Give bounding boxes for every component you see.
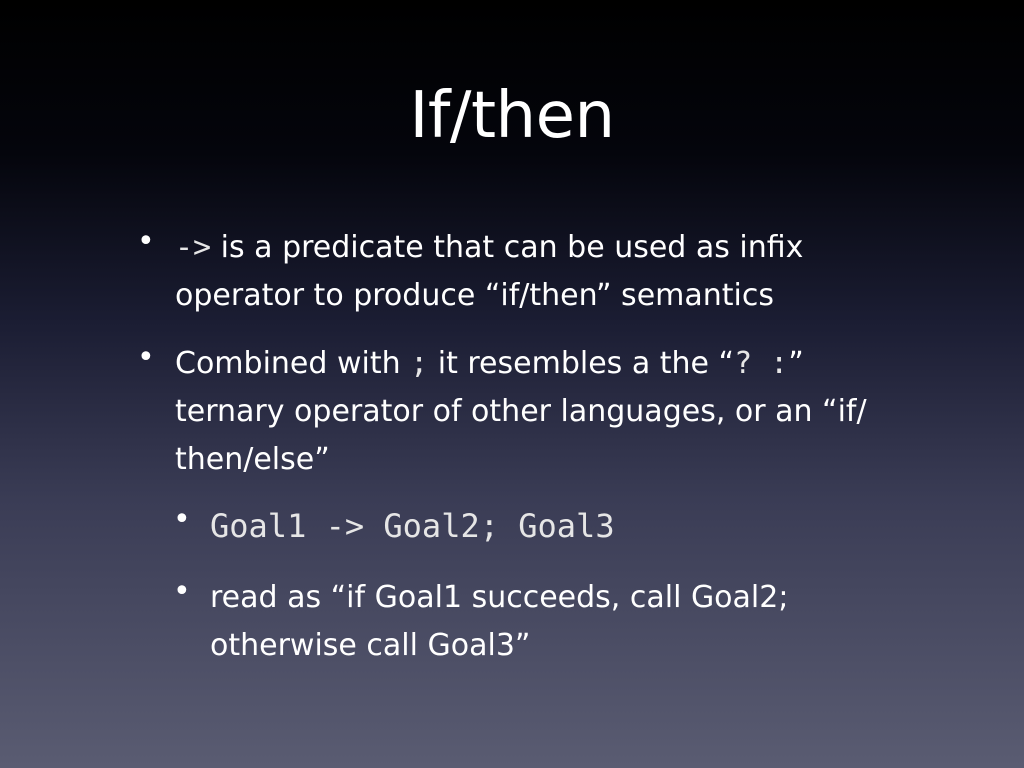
sub-bullet-2: read as “if Goal1 succeeds, call Goal2; … <box>210 574 930 670</box>
bullet-1-text-line2: operator to produce “if/then” semantics <box>175 278 774 313</box>
bullet-2-text-line3: then/else” <box>175 442 330 477</box>
bullet-dot-1: • <box>137 224 155 259</box>
sub-bullet-dot-2: • <box>173 574 191 609</box>
bullet-2-text-line2: ternary operator of other languages, or … <box>175 394 867 429</box>
bullet-2-code-ternary: ? : <box>734 346 789 381</box>
bullet-2-text-a: Combined with <box>175 346 411 381</box>
sub-bullet-2-text-line1: read as “if Goal1 succeeds, call Goal2; <box>210 580 789 615</box>
bullet-2-text-c: ” <box>788 346 804 381</box>
bullet-1: -> is a predicate that can be used as in… <box>175 224 935 320</box>
bullet-1-text-line1: is a predicate that can be used as infix <box>211 230 804 265</box>
bullet-1-code: -> <box>175 230 212 265</box>
bullet-dot-2: • <box>137 340 155 375</box>
bullet-2: Combined with ; it resembles a the “? :”… <box>175 340 935 484</box>
slide: If/then • -> is a predicate that can be … <box>0 0 1024 768</box>
sub-bullet-2-text-line2: otherwise call Goal3” <box>210 628 531 663</box>
bullet-2-text-b: it resembles a the “ <box>428 346 735 381</box>
sub-bullet-1-code: Goal1 -> Goal2; Goal3 <box>210 507 615 545</box>
sub-bullet-dot-1: • <box>173 502 191 537</box>
bullet-2-code-semicolon: ; <box>410 346 429 381</box>
slide-title: If/then <box>409 79 615 153</box>
